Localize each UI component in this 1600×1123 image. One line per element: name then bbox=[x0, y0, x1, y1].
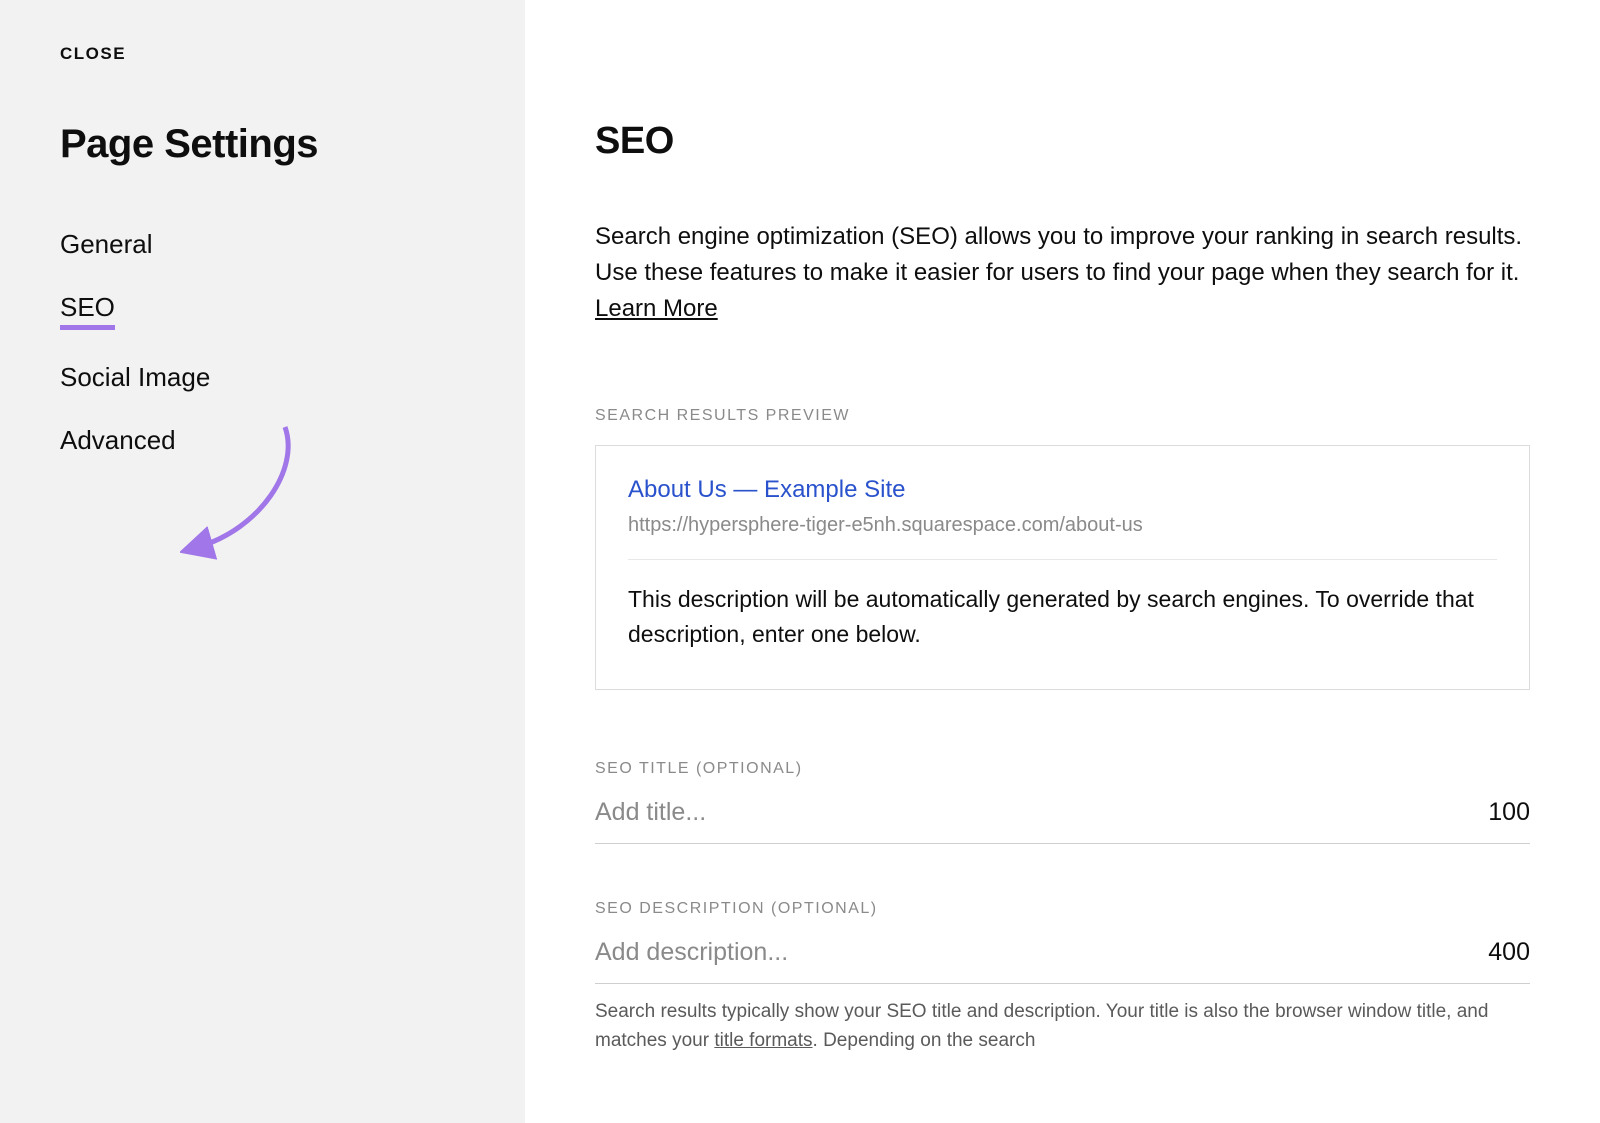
learn-more-link[interactable]: Learn More bbox=[595, 295, 718, 322]
search-results-preview-box: About Us — Example Site https://hypersph… bbox=[595, 445, 1530, 690]
preview-url: https://hypersphere-tiger-e5nh.squarespa… bbox=[628, 514, 1497, 560]
title-formats-link[interactable]: title formats bbox=[714, 1030, 812, 1051]
sidebar: CLOSE Page Settings General SEO Social I… bbox=[0, 0, 525, 1123]
close-button[interactable]: CLOSE bbox=[60, 44, 465, 64]
page-title: SEO bbox=[595, 120, 1530, 163]
help-text-after: . Depending on the search bbox=[813, 1030, 1036, 1051]
seo-title-field-group: SEO TITLE (OPTIONAL) 100 bbox=[595, 760, 1530, 844]
preview-description: This description will be automatically g… bbox=[628, 582, 1497, 651]
seo-title-input[interactable] bbox=[595, 798, 1488, 827]
sidebar-item-general[interactable]: General bbox=[60, 229, 153, 260]
seo-title-label: SEO TITLE (OPTIONAL) bbox=[595, 760, 1530, 778]
sidebar-item-seo[interactable]: SEO bbox=[60, 292, 115, 330]
sidebar-item-social-image[interactable]: Social Image bbox=[60, 362, 210, 393]
seo-description-label: SEO DESCRIPTION (OPTIONAL) bbox=[595, 900, 1530, 918]
seo-description-help-text: Search results typically show your SEO t… bbox=[595, 998, 1530, 1055]
seo-description-input[interactable] bbox=[595, 938, 1488, 967]
seo-title-char-count: 100 bbox=[1488, 798, 1530, 827]
search-results-preview-label: SEARCH RESULTS PREVIEW bbox=[595, 407, 1530, 425]
seo-description-field-group: SEO DESCRIPTION (OPTIONAL) 400 Search re… bbox=[595, 900, 1530, 1055]
intro-copy: Search engine optimization (SEO) allows … bbox=[595, 223, 1522, 286]
seo-description-char-count: 400 bbox=[1488, 938, 1530, 967]
preview-title: About Us — Example Site bbox=[628, 476, 1497, 504]
intro-text: Search engine optimization (SEO) allows … bbox=[595, 219, 1530, 327]
sidebar-title: Page Settings bbox=[60, 122, 465, 167]
main-panel: SEO Search engine optimization (SEO) all… bbox=[525, 0, 1600, 1123]
sidebar-item-advanced[interactable]: Advanced bbox=[60, 425, 176, 456]
